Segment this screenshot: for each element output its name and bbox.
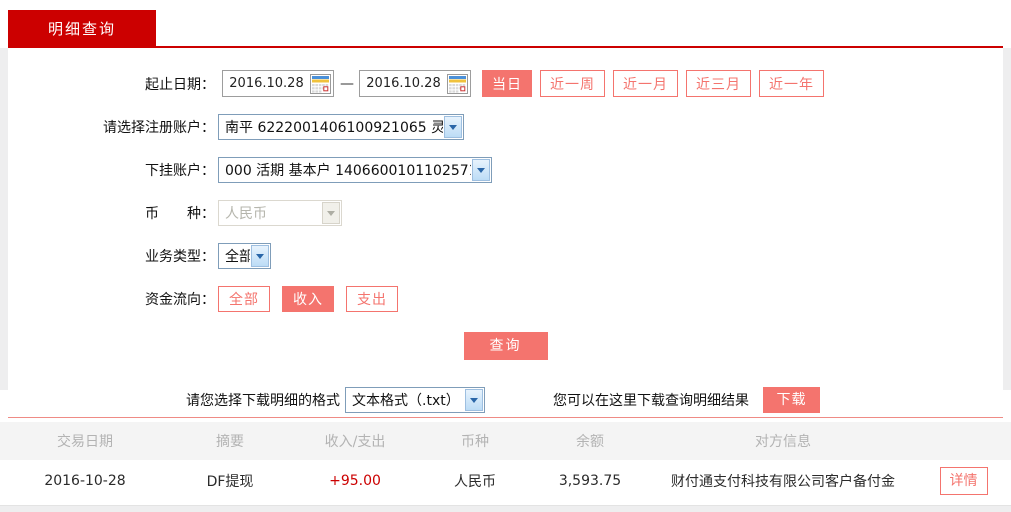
query-button[interactable]: 查询 <box>463 332 548 360</box>
header-transaction-date: 交易日期 <box>57 434 113 450</box>
header-balance: 余额 <box>576 434 604 450</box>
business-type-row: 业务类型： 全部 <box>0 243 1011 269</box>
end-date-value: 2016.10.28 <box>366 76 441 91</box>
end-date-input[interactable]: 2016.10.28 <box>359 70 471 97</box>
download-format-label: 请您选择下载明细的格式 <box>186 393 340 409</box>
quick-range-week-button[interactable]: 近一周 <box>540 70 605 97</box>
business-type-value: 全部 <box>225 249 250 265</box>
fund-flow-row: 资金流向： 全部 收入 支出 <box>0 286 1011 312</box>
tab-underline <box>8 46 1003 48</box>
chevron-down-icon[interactable] <box>472 159 490 181</box>
register-account-label: 请选择注册账户： <box>103 120 215 136</box>
cell-income-expense: +95.00 <box>329 473 381 489</box>
quick-range-month-button[interactable]: 近一月 <box>613 70 678 97</box>
cell-currency: 人民币 <box>454 474 496 490</box>
cell-counterparty: 财付通支付科技有限公司客户备付金 <box>671 474 895 490</box>
currency-value: 人民币 <box>225 206 267 222</box>
query-form: 起止日期： 2016.10.28 — 2016.10.28 当日 近一周 近一月… <box>0 48 1011 360</box>
query-button-row: 查询 <box>0 332 1011 360</box>
calendar-icon[interactable] <box>310 73 331 94</box>
detail-button[interactable]: 详情 <box>939 467 988 495</box>
download-button[interactable]: 下载 <box>763 387 820 413</box>
cell-balance: 3,593.75 <box>558 473 622 489</box>
download-format-value: 文本格式（.txt） <box>352 393 460 409</box>
fund-flow-expense-button[interactable]: 支出 <box>346 286 398 312</box>
currency-select: 人民币 <box>218 200 342 226</box>
download-hint-text: 您可以在这里下载查询明细结果 <box>553 393 749 409</box>
currency-label: 币 种： <box>145 206 215 222</box>
chevron-down-icon[interactable] <box>444 116 462 138</box>
section-divider <box>8 417 1003 418</box>
currency-row: 币 种： 人民币 <box>0 200 1011 226</box>
tab-label: 明细查询 <box>47 20 116 38</box>
sub-account-value: 000 活期 基本户 1406600101102571848 <box>225 163 471 179</box>
table-row: 2016-10-28 DF提现 +95.00 人民币 3,593.75 财付通支… <box>0 460 1011 502</box>
cell-actions: 详情 <box>916 467 1011 495</box>
business-type-select[interactable]: 全部 <box>218 243 271 269</box>
start-date-value: 2016.10.28 <box>229 76 304 91</box>
page-background-strip-right <box>1003 48 1011 390</box>
date-range-separator: — <box>340 75 354 92</box>
register-account-select[interactable]: 南平 6222001406100921065 灵通卡 <box>218 114 464 140</box>
page-background-strip-left <box>0 48 8 390</box>
download-row: 请您选择下载明细的格式 文本格式（.txt） 您可以在这里下载查询明细结果 下载 <box>0 387 1011 413</box>
sub-account-select[interactable]: 000 活期 基本户 1406600101102571848 <box>218 157 492 183</box>
quick-range-year-button[interactable]: 近一年 <box>759 70 824 97</box>
fund-flow-all-button[interactable]: 全部 <box>218 286 270 312</box>
header-summary: 摘要 <box>216 434 244 450</box>
table-header: 交易日期 摘要 收入/支出 币种 余额 对方信息 <box>0 422 1011 460</box>
sub-account-label: 下挂账户： <box>145 163 215 179</box>
tab-detail-query[interactable]: 明细查询 <box>8 10 156 47</box>
download-format-select[interactable]: 文本格式（.txt） <box>345 387 485 413</box>
quick-range-today-button[interactable]: 当日 <box>482 70 532 97</box>
cell-summary: DF提现 <box>206 474 254 490</box>
cell-transaction-date: 2016-10-28 <box>44 473 126 489</box>
chevron-down-icon <box>322 202 340 224</box>
calendar-icon[interactable] <box>447 73 468 94</box>
header-counterparty: 对方信息 <box>755 434 811 450</box>
register-account-value: 南平 6222001406100921065 灵通卡 <box>225 120 443 136</box>
page-background-strip-bottom <box>0 505 1011 512</box>
business-type-label: 业务类型： <box>145 249 215 265</box>
date-range-label: 起止日期： <box>145 76 215 93</box>
date-range-row: 起止日期： 2016.10.28 — 2016.10.28 当日 近一周 近一月… <box>0 70 1011 97</box>
chevron-down-icon[interactable] <box>465 389 483 411</box>
tab-bar: 明细查询 <box>0 0 1011 48</box>
quick-range-quarter-button[interactable]: 近三月 <box>686 70 751 97</box>
header-income-expense: 收入/支出 <box>324 434 386 450</box>
sub-account-row: 下挂账户： 000 活期 基本户 1406600101102571848 <box>0 157 1011 183</box>
register-account-row: 请选择注册账户： 南平 6222001406100921065 灵通卡 <box>0 114 1011 140</box>
fund-flow-label: 资金流向： <box>145 292 215 308</box>
chevron-down-icon[interactable] <box>251 245 269 267</box>
start-date-input[interactable]: 2016.10.28 <box>222 70 334 97</box>
header-currency: 币种 <box>461 434 489 450</box>
fund-flow-income-button[interactable]: 收入 <box>282 286 334 312</box>
